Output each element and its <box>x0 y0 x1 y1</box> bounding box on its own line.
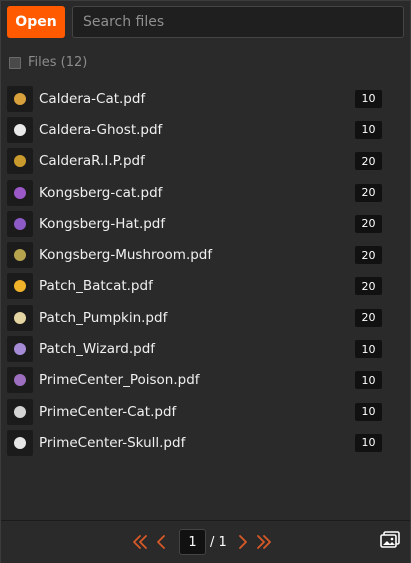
files-count-label: Files (12) <box>28 55 88 70</box>
file-row[interactable]: Patch_Pumpkin.pdf 20 <box>7 302 402 333</box>
file-browser-panel: Open Files (12) Caldera-Cat.pdf10Caldera… <box>0 0 411 563</box>
file-count-badge: 20 <box>355 183 382 202</box>
batcat-thumbnail <box>7 273 33 300</box>
file-count-badge: 10 <box>355 433 382 452</box>
file-row[interactable]: PrimeCenter-Cat.pdf 10 <box>7 396 402 427</box>
skull-thumbnail <box>7 429 33 456</box>
poison-thumbnail <box>7 367 33 394</box>
file-name: Caldera-Cat.pdf <box>39 90 146 107</box>
last-page-icon[interactable] <box>255 533 273 551</box>
footer: 1 / 1 <box>1 520 410 563</box>
hat-thumbnail <box>7 210 33 237</box>
file-name: Patch_Pumpkin.pdf <box>39 309 168 326</box>
file-name: Kongsberg-Hat.pdf <box>39 215 166 232</box>
wizard-thumbnail <box>7 336 33 363</box>
file-count-badge: 10 <box>355 120 382 139</box>
file-row[interactable]: Kongsberg-Hat.pdf 20 <box>7 208 402 239</box>
file-count-badge: 20 <box>355 277 382 296</box>
file-row[interactable]: Kongsberg-Mushroom.pdf 20 <box>7 239 402 270</box>
file-name: CalderaR.I.P.pdf <box>39 153 145 170</box>
cat-thumbnail <box>7 179 33 206</box>
file-name: PrimeCenter-Cat.pdf <box>39 403 177 420</box>
file-row[interactable]: Patch_Wizard.pdf 10 <box>7 333 402 364</box>
select-all-checkbox[interactable] <box>9 56 21 69</box>
file-name: PrimeCenter_Poison.pdf <box>39 372 200 389</box>
file-name: Patch_Batcat.pdf <box>39 278 153 295</box>
next-page-icon[interactable] <box>233 533 251 551</box>
file-name: Kongsberg-cat.pdf <box>39 184 163 201</box>
cat-thumbnail <box>7 85 33 112</box>
file-count-badge: 20 <box>355 308 382 327</box>
page-total-label: / 1 <box>210 534 227 550</box>
pumpkin-thumbnail <box>7 304 33 331</box>
file-row[interactable]: Patch_Batcat.pdf 20 <box>7 271 402 302</box>
file-count-badge: 10 <box>355 402 382 421</box>
file-row[interactable]: PrimeCenter_Poison.pdf 10 <box>7 365 402 396</box>
file-row[interactable]: Kongsberg-cat.pdf 20 <box>7 177 402 208</box>
file-name: Caldera-Ghost.pdf <box>39 121 163 138</box>
file-row[interactable]: Caldera-Cat.pdf 10 <box>7 83 402 114</box>
file-count-badge: 10 <box>355 371 382 390</box>
file-row[interactable]: Caldera-Ghost.pdf 10 <box>7 114 402 145</box>
pagination: 1 / 1 <box>131 529 273 555</box>
gallery-view-icon[interactable] <box>380 531 400 549</box>
file-name: PrimeCenter-Skull.pdf <box>39 434 186 451</box>
mushroom-thumbnail <box>7 242 33 269</box>
file-count-badge: 10 <box>355 89 382 108</box>
search-input[interactable] <box>72 6 404 38</box>
page-number-input[interactable]: 1 <box>179 529 206 555</box>
ghost-thumbnail <box>7 116 33 143</box>
file-count-badge: 20 <box>355 214 382 233</box>
files-header: Files (12) <box>9 55 87 70</box>
file-row[interactable]: CalderaR.I.P.pdf 20 <box>7 146 402 177</box>
first-page-icon[interactable] <box>131 533 149 551</box>
file-name: Kongsberg-Mushroom.pdf <box>39 247 213 264</box>
toolbar: Open <box>7 5 404 39</box>
previous-page-icon[interactable] <box>153 533 171 551</box>
file-list: Caldera-Cat.pdf 10 Caldera-Ghost.pdf 10 Cald… <box>7 83 402 459</box>
file-count-badge: 20 <box>355 246 382 265</box>
file-count-badge: 10 <box>355 340 382 359</box>
rip-thumbnail <box>7 148 33 175</box>
file-count-badge: 20 <box>355 152 382 171</box>
file-row[interactable]: PrimeCenter-Skull.pdf 10 <box>7 427 402 458</box>
file-name: Patch_Wizard.pdf <box>39 341 156 358</box>
open-button[interactable]: Open <box>7 6 65 38</box>
cat-thumbnail <box>7 398 33 425</box>
